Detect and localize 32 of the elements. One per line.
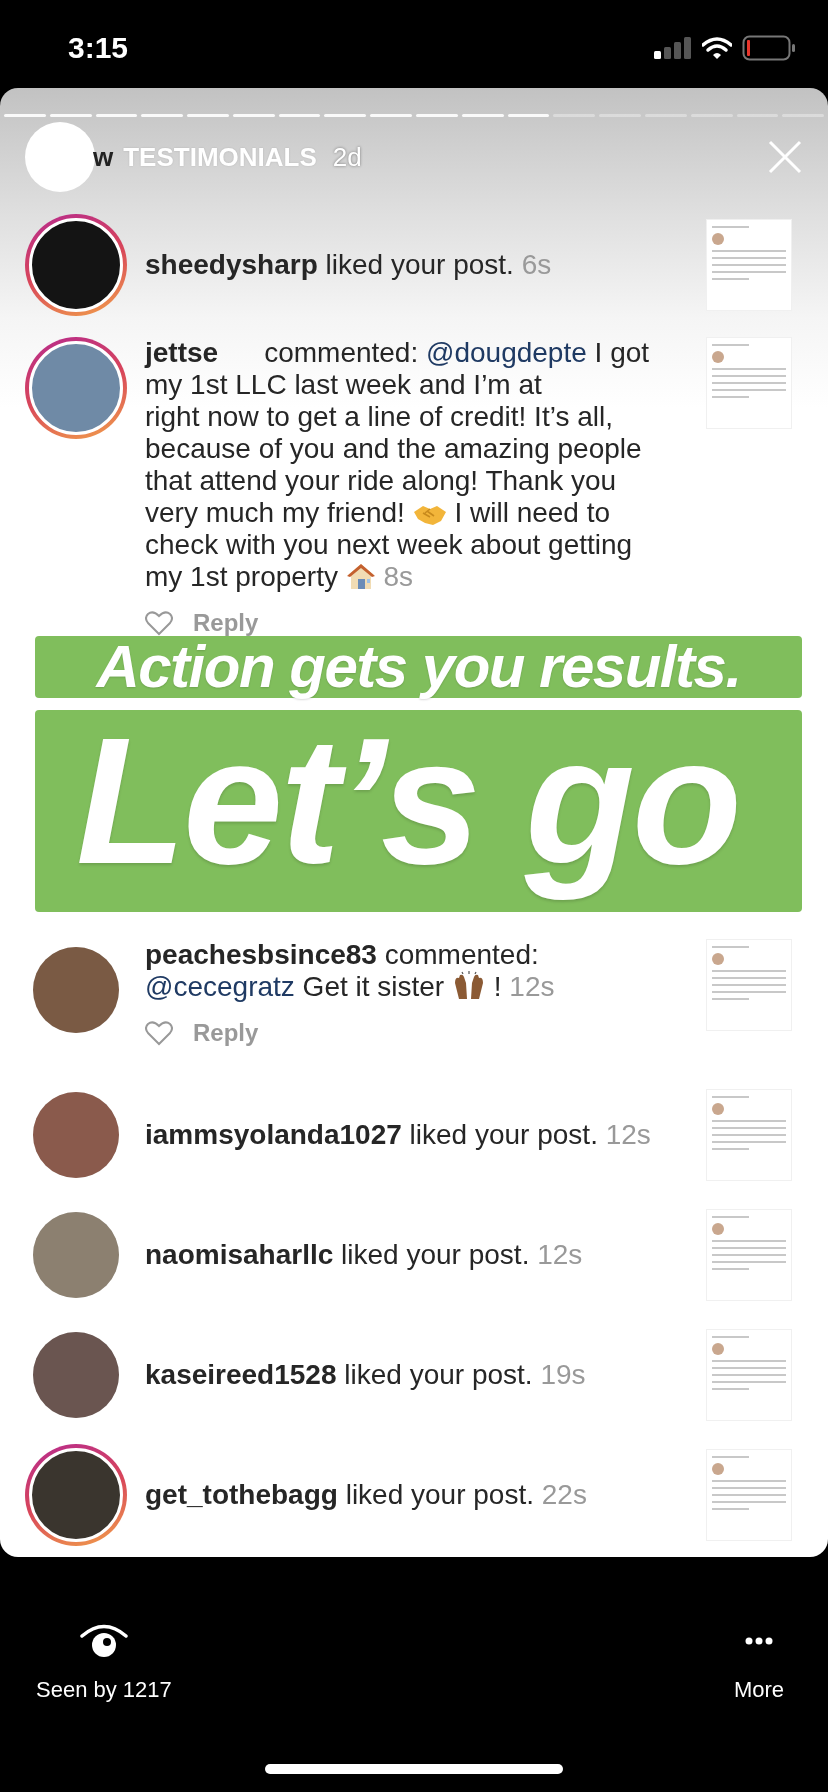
- notification-text: peachesbsince83 commented: @cecegratz Get it sister ! 12s: [145, 939, 556, 1003]
- notification-text: sheedysharp liked your post. 6s: [145, 249, 553, 281]
- signal-icon: [654, 37, 692, 59]
- mention-link[interactable]: @cecegratz: [145, 971, 295, 1002]
- username-fragment: w: [93, 141, 114, 173]
- post-thumbnail[interactable]: [706, 1449, 792, 1541]
- heart-icon[interactable]: [145, 610, 173, 636]
- post-thumbnail[interactable]: [706, 219, 792, 311]
- status-time: 3:15: [68, 30, 129, 65]
- caption-text: Action gets you results.: [96, 637, 741, 697]
- house-icon: [345, 561, 376, 591]
- heart-icon[interactable]: [145, 1020, 173, 1046]
- wifi-icon: [702, 37, 732, 59]
- more-button[interactable]: More: [733, 1677, 784, 1703]
- notification-text: get_tothebagg liked your post. 22s: [145, 1479, 588, 1511]
- eye-icon[interactable]: [78, 1623, 129, 1659]
- post-thumbnail[interactable]: [706, 1089, 792, 1181]
- notification-text: kaseireed1528 liked your post. 19s: [145, 1359, 587, 1391]
- notification-text: jettse commented: @dougdepte I got my 1st LLC last week and I’m at right now to get a line of credit! It’s all, because of you and the amazing people that attend your ride along! Thank you very much my friend! I will need to check with you next week about getting my 1st property 8s: [145, 337, 651, 593]
- notification-text: naomisaharllc liked your post. 12s: [145, 1239, 584, 1271]
- close-icon[interactable]: [768, 140, 802, 174]
- notification-text: iammsyolanda1027 liked your post. 12s: [145, 1119, 652, 1151]
- handshake-icon: [412, 503, 447, 527]
- battery-icon: [742, 35, 796, 61]
- post-thumbnail[interactable]: [706, 337, 792, 429]
- mention-link[interactable]: @dougdepte: [426, 337, 587, 368]
- caption-text: Let’s go: [75, 711, 740, 903]
- raised-hands-icon: [452, 971, 486, 1001]
- seen-by-link[interactable]: Seen by 1217: [36, 1677, 172, 1703]
- post-thumbnail[interactable]: [706, 939, 792, 1031]
- post-thumbnail[interactable]: [706, 1329, 792, 1421]
- post-thumbnail[interactable]: [706, 1209, 792, 1301]
